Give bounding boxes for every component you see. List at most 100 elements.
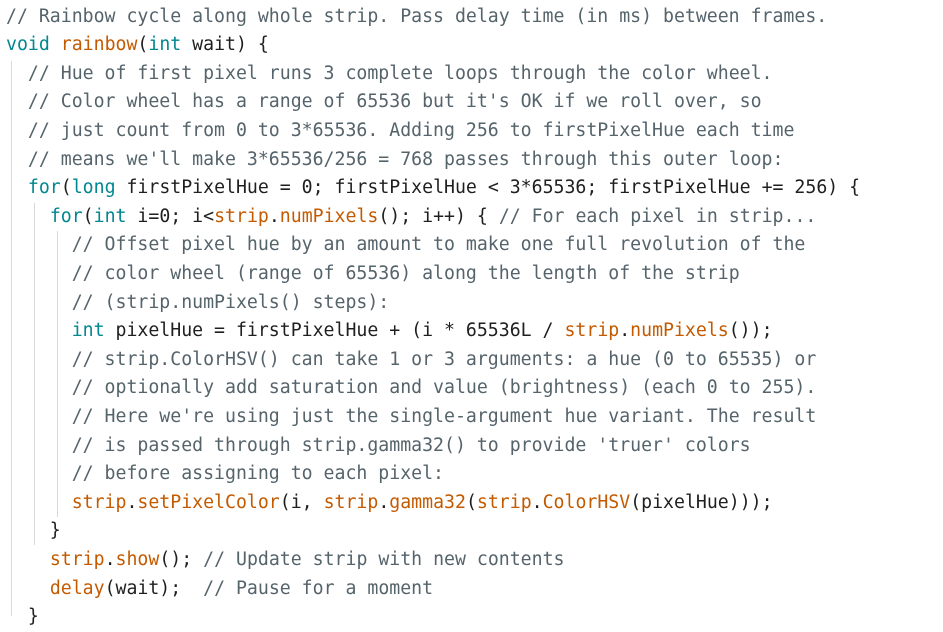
code-identifier: numPixels [279, 205, 379, 227]
code-text: pixelHue = firstPixelHue + (i * 65536L / [104, 320, 565, 342]
code-keyword: for [49, 205, 83, 227]
code-text: ( [137, 34, 149, 56]
code-keyword: for [27, 177, 61, 199]
code-line[interactable]: // just count from 0 to 3*65536. Adding … [6, 117, 795, 146]
code-identifier: setPixelColor [137, 491, 280, 513]
code-comment: // optionally add saturation and value (… [71, 377, 817, 399]
code-identifier: strip [214, 205, 269, 227]
code-line[interactable]: for(int i=0; i<strip.numPixels(); i++) {… [6, 203, 817, 232]
code-identifier: strip [323, 491, 379, 513]
code-text: firstPixelHue = 0; firstPixelHue < 3*655… [115, 177, 861, 199]
code-line[interactable]: strip.show(); // Update strip with new c… [6, 546, 565, 575]
code-line[interactable]: // (strip.numPixels() steps): [6, 289, 390, 318]
code-line[interactable]: } [6, 603, 39, 632]
code-identifier: gamma32 [389, 491, 466, 513]
code-comment: // Offset pixel hue by an amount to make… [71, 234, 806, 256]
code-line[interactable]: // strip.ColorHSV() can take 1 or 3 argu… [6, 346, 817, 375]
code-text: wait) { [181, 34, 269, 56]
code-identifier: strip [476, 491, 532, 513]
code-identifier: delay [49, 577, 105, 599]
code-keyword: int [71, 320, 105, 342]
code-line[interactable]: // color wheel (range of 65536) along th… [6, 260, 740, 289]
code-comment: // means we'll make 3*65536/256 = 768 pa… [27, 148, 784, 170]
code-comment: // before assigning to each pixel: [71, 463, 444, 485]
code-identifier: strip [564, 320, 620, 342]
code-identifier: show [115, 548, 160, 570]
code-text: (); i++) { [378, 205, 499, 227]
code-text: (wait); [104, 577, 204, 599]
code-comment: // strip.ColorHSV() can take 1 or 3 argu… [71, 348, 817, 370]
code-text: } [6, 606, 39, 628]
code-editor[interactable]: // Rainbow cycle along whole strip. Pass… [0, 0, 943, 627]
code-text: (pixelHue))); [630, 491, 773, 513]
code-identifier: strip [49, 548, 105, 570]
code-line[interactable]: // Here we're using just the single-argu… [6, 403, 817, 432]
code-comment: // color wheel (range of 65536) along th… [71, 262, 740, 284]
code-keyword: int [93, 205, 127, 227]
code-comment: // Pause for a moment [203, 577, 434, 599]
code-identifier: strip [71, 491, 127, 513]
code-keyword: void [6, 34, 50, 56]
code-text: ( [82, 205, 94, 227]
code-line[interactable]: // Rainbow cycle along whole strip. Pass… [6, 3, 827, 32]
code-line[interactable]: delay(wait); // Pause for a moment [6, 575, 433, 604]
code-text: i=0; i< [126, 205, 215, 227]
code-text: . [268, 205, 280, 227]
code-line[interactable]: int pixelHue = firstPixelHue + (i * 6553… [6, 317, 773, 346]
code-keyword: long [71, 177, 116, 199]
code-identifier: rainbow [60, 34, 138, 56]
code-text: . [126, 491, 138, 513]
code-text: (i, [279, 491, 324, 513]
code-comment: // For each pixel in strip... [498, 205, 817, 227]
code-text: } [6, 520, 61, 542]
code-line[interactable]: // means we'll make 3*65536/256 = 768 pa… [6, 146, 784, 175]
code-identifier: numPixels [630, 320, 729, 342]
code-line[interactable]: // is passed through strip.gamma32() to … [6, 432, 751, 461]
code-comment: // Rainbow cycle along whole strip. Pass… [6, 5, 828, 27]
code-line[interactable]: } [6, 517, 61, 546]
code-text: . [104, 548, 116, 570]
code-text: . [378, 491, 390, 513]
code-comment: // (strip.numPixels() steps): [71, 291, 390, 313]
code-line[interactable]: strip.setPixelColor(i, strip.gamma32(str… [6, 489, 773, 518]
code-text: ( [465, 491, 477, 513]
code-comment: // Color wheel has a range of 65536 but … [27, 91, 762, 113]
code-keyword: int [148, 34, 182, 56]
code-comment: // Update strip with new contents [203, 548, 565, 570]
code-line[interactable]: // before assigning to each pixel: [6, 460, 444, 489]
code-line[interactable]: // optionally add saturation and value (… [6, 374, 817, 403]
code-text: ( [60, 177, 72, 199]
code-text: ()); [728, 320, 773, 342]
code-text: . [619, 320, 631, 342]
code-comment: // just count from 0 to 3*65536. Adding … [27, 119, 795, 141]
code-line[interactable]: void rainbow(int wait) { [6, 31, 269, 60]
code-line[interactable]: // Offset pixel hue by an amount to make… [6, 231, 806, 260]
code-line[interactable]: for(long firstPixelHue = 0; firstPixelHu… [6, 174, 860, 203]
code-identifier: ColorHSV [542, 491, 631, 513]
code-comment: // Hue of first pixel runs 3 complete lo… [27, 62, 773, 84]
code-line[interactable]: // Hue of first pixel runs 3 complete lo… [6, 60, 773, 89]
code-comment: // Here we're using just the single-argu… [71, 405, 817, 427]
code-comment: // is passed through strip.gamma32() to … [71, 434, 751, 456]
code-line[interactable]: // Color wheel has a range of 65536 but … [6, 88, 762, 117]
code-text: . [531, 491, 543, 513]
